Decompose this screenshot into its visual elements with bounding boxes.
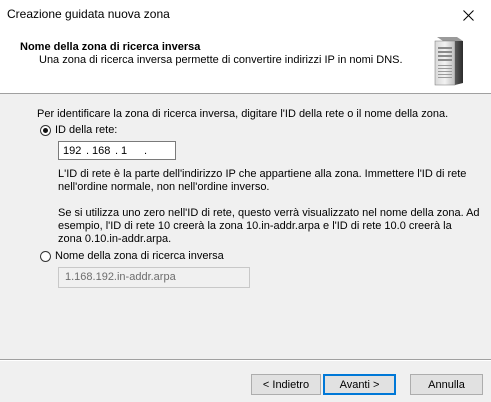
header-title: Nome della zona di ricerca inversa	[20, 41, 201, 53]
footer-separator-highlight	[0, 360, 491, 361]
ip-octet-2[interactable]: 168	[92, 145, 110, 157]
ip-dot: .	[144, 145, 148, 157]
help2-text-line1: Se si utilizza uno zero nell'ID di rete,…	[58, 207, 480, 219]
help2-text-line3: zona 0.10.in-addr.arpa.	[58, 233, 172, 245]
network-id-input[interactable]: 192 . 168 . 1 .	[58, 141, 176, 160]
ip-octet-3[interactable]: 1	[121, 145, 127, 157]
ip-octet-1[interactable]: 192	[63, 145, 81, 157]
header-subtitle: Una zona di ricerca inversa permette di …	[39, 54, 403, 66]
wizard-header: Nome della zona di ricerca inversa Una z…	[0, 31, 491, 91]
zone-name-input[interactable]: 1.168.192.in-addr.arpa	[58, 267, 250, 288]
help2-text-line2: esempio, l'ID di rete 10 creerà la zona …	[58, 220, 452, 232]
help-text-line2: nell'ordine normale, non nell'ordine inv…	[58, 181, 270, 193]
next-button[interactable]: Avanti >	[323, 374, 396, 395]
zone-name-radio[interactable]	[40, 251, 51, 262]
ip-dot: .	[115, 145, 119, 157]
close-icon	[462, 10, 474, 21]
window-title: Creazione guidata nuova zona	[7, 7, 170, 21]
zone-name-label[interactable]: Nome della zona di ricerca inversa	[55, 250, 224, 263]
cancel-button[interactable]: Annulla	[410, 374, 483, 395]
ip-dot: .	[86, 145, 90, 157]
title-bar: Creazione guidata nuova zona	[0, 0, 491, 31]
network-id-label[interactable]: ID della rete:	[55, 124, 117, 137]
intro-text: Per identificare la zona di ricerca inve…	[37, 108, 449, 120]
close-button[interactable]	[445, 0, 491, 31]
back-button[interactable]: < Indietro	[251, 374, 321, 395]
network-id-radio[interactable]	[40, 125, 51, 136]
help-text-line1: L'ID di rete è la parte dell'indirizzo I…	[58, 168, 467, 180]
server-icon	[434, 37, 463, 86]
